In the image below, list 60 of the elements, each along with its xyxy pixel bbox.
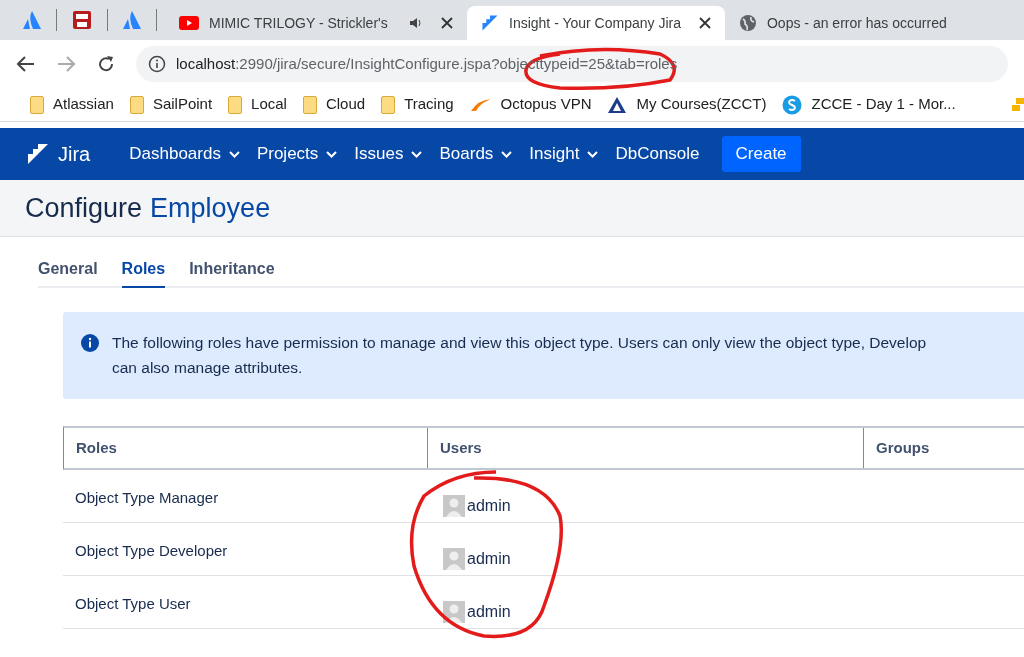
table-cell-text: Object Type Manager [74,488,220,508]
bookmark[interactable]: Atlassian [30,93,114,116]
browser-tab[interactable]: Oops - an error has occurred [725,6,961,40]
table-cell-text: Object Type User [74,594,192,614]
close-icon[interactable] [441,17,453,29]
bookmark[interactable]: Local [228,93,287,116]
avatar-icon [443,495,465,517]
column-header: Users [427,428,863,468]
user-link[interactable]: admin [443,596,511,628]
folder-icon [228,95,243,114]
jira-logo-icon[interactable] [26,143,50,165]
nav-menu[interactable]: Issues [354,141,423,167]
bookmark[interactable]: Tracing [381,93,454,116]
column-header: Roles [75,437,118,458]
nav-menu[interactable]: Projects [256,141,338,167]
bookmark[interactable]: My Courses(ZCCT) [607,93,767,116]
object-type-name: Employee [150,191,271,225]
nav-menu[interactable]: Dashboards [129,141,240,167]
page-title: Configure [25,191,143,225]
folder-icon [30,95,44,114]
close-icon[interactable] [699,17,711,29]
tab[interactable]: Roles [121,259,166,288]
info-icon [81,334,99,352]
browser-tab[interactable]: MIMIC TRILOGY - Strickler's [165,6,467,40]
reload-icon[interactable] [96,54,116,74]
folder-icon [129,95,144,114]
bookmark[interactable]: ZCCE - Day 1 - Mor... [782,93,956,116]
nav-menu[interactable]: Insight [529,141,599,167]
table-cell-text: Object Type Developer [74,541,229,561]
browser-tab[interactable]: Insight - Your Company Jira [467,6,725,40]
user-link[interactable]: admin [443,543,511,575]
video-play-icon [179,16,199,30]
tab[interactable]: General [38,259,98,288]
url-host: localhost [176,54,236,72]
atlassian-icon[interactable] [122,10,142,30]
create-button[interactable]: Create [721,136,801,172]
avatar-icon [443,548,465,570]
nav-menu[interactable]: Boards [439,141,513,167]
nav-menu[interactable]: DbConsole [615,141,700,167]
bookmark[interactable]: Cloud [302,93,366,116]
info-text: can also manage attributes. [112,358,304,378]
swoosh-icon [469,97,492,112]
avatar-icon [443,601,465,623]
info-icon[interactable] [148,55,166,73]
jira-logo-text[interactable]: Jira [58,139,91,169]
skype-icon [782,94,803,115]
user-link[interactable]: admin [443,490,511,522]
folder-icon [302,95,317,114]
atlassian-icon[interactable] [22,10,42,30]
triangle-logo-icon [607,95,628,114]
bookmark[interactable]: Octopus VPN [469,93,592,116]
speaker-icon[interactable] [409,16,423,30]
column-header: Groups [863,428,1024,468]
jira-logo-icon [481,14,499,32]
globe-icon [739,14,757,32]
info-text: The following roles have permission to manage and view this object type. Users can only view the object type, Develop [112,333,927,353]
folder-icon [381,95,396,114]
back-icon[interactable] [16,54,36,74]
bookmark[interactable]: SailPoint [129,93,213,116]
tab[interactable]: Inheritance [189,259,275,288]
